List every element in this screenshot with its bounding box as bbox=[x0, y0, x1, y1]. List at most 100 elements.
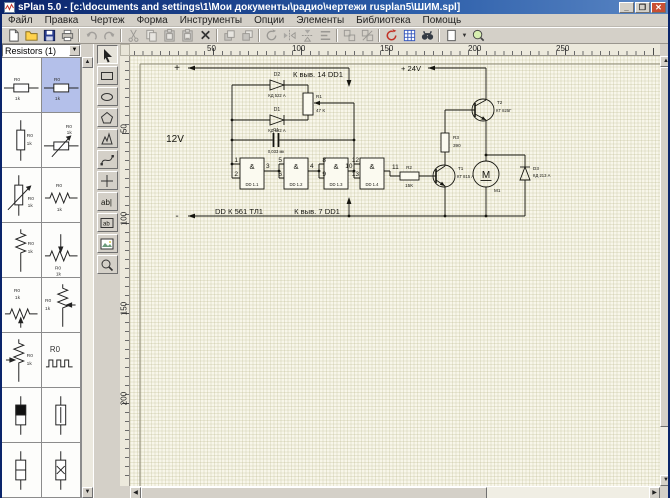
to-pin7-label: К выв. 7 DD1 bbox=[294, 207, 340, 216]
align-icon[interactable] bbox=[316, 28, 334, 43]
print-icon[interactable] bbox=[58, 28, 76, 43]
new-icon[interactable] bbox=[4, 28, 22, 43]
grid-icon[interactable] bbox=[400, 28, 418, 43]
zoom-icon[interactable] bbox=[469, 28, 487, 43]
menu-help[interactable]: Помощь bbox=[417, 15, 468, 26]
menu-library[interactable]: Библиотека bbox=[350, 15, 416, 26]
scroll-up-icon[interactable]: ▲ bbox=[660, 56, 668, 67]
component-c1[interactable] bbox=[272, 133, 280, 147]
component-r3[interactable] bbox=[440, 132, 450, 153]
library-item-resistor-tap-up[interactable]: R0 1k bbox=[2, 278, 42, 333]
bring-to-front-icon[interactable] bbox=[220, 28, 238, 43]
plus-terminal: + bbox=[174, 63, 180, 74]
send-to-back-icon[interactable] bbox=[238, 28, 256, 43]
copy-icon[interactable] bbox=[142, 28, 160, 43]
component-t1[interactable] bbox=[432, 164, 456, 188]
menu-edit[interactable]: Правка bbox=[39, 15, 85, 26]
ic-type-label: DD К 561 ТЛ1 bbox=[215, 207, 263, 216]
library-item-resistor-box-vline[interactable] bbox=[41, 388, 81, 443]
sheet-format-icon[interactable] bbox=[442, 28, 460, 43]
delete-icon[interactable] bbox=[196, 28, 214, 43]
paste-icon[interactable] bbox=[160, 28, 178, 43]
library-scrollbar[interactable]: ▲ ▼ bbox=[81, 57, 93, 498]
pointer-tool[interactable] bbox=[96, 45, 118, 64]
menu-elements[interactable]: Элементы bbox=[290, 15, 350, 26]
save-icon[interactable] bbox=[40, 28, 58, 43]
special-shape-tool[interactable] bbox=[96, 129, 118, 148]
svg-text:ab: ab bbox=[103, 221, 110, 227]
horizontal-scroll-thumb[interactable] bbox=[141, 487, 487, 498]
text-box-tool[interactable]: ab bbox=[96, 213, 118, 232]
component-d2[interactable] bbox=[269, 79, 286, 91]
cut-icon[interactable] bbox=[124, 28, 142, 43]
menu-drawing[interactable]: Чертеж bbox=[84, 15, 130, 26]
to-pin14-label: К выв. 14 DD1 bbox=[293, 70, 343, 79]
open-icon[interactable] bbox=[22, 28, 40, 43]
library-item-resistor-v[interactable]: R0 1k bbox=[2, 113, 42, 168]
undo-icon[interactable] bbox=[82, 28, 100, 43]
polygon-tool[interactable] bbox=[96, 108, 118, 127]
drawing-canvas[interactable]: + - 12V + 24V К выв. 14 DD1 К выв. 7 DD1… bbox=[130, 56, 660, 486]
restore-button[interactable]: ❐ bbox=[635, 1, 650, 13]
svg-text:1k: 1k bbox=[56, 207, 62, 213]
rotate-icon[interactable] bbox=[262, 28, 280, 43]
library-item-resistor-variable-v[interactable]: R0 1k bbox=[2, 168, 42, 223]
scroll-up-icon[interactable]: ▲ bbox=[82, 57, 93, 68]
menu-form[interactable]: Форма bbox=[131, 15, 174, 26]
close-button[interactable]: ✕ bbox=[651, 1, 666, 13]
svg-text:R0: R0 bbox=[27, 133, 34, 139]
library-item-resistor-zigzag-v[interactable]: R0 1k bbox=[2, 223, 42, 278]
paste-special-icon[interactable] bbox=[178, 28, 196, 43]
find-icon[interactable] bbox=[418, 28, 436, 43]
component-r2[interactable] bbox=[399, 171, 420, 181]
menu-options[interactable]: Опции bbox=[248, 15, 290, 26]
text-tool[interactable]: ab| bbox=[96, 192, 118, 211]
rectangle-tool[interactable] bbox=[96, 66, 118, 85]
scroll-down-icon[interactable]: ▼ bbox=[82, 487, 93, 498]
ungroup-icon[interactable] bbox=[358, 28, 376, 43]
svg-text:R0: R0 bbox=[28, 241, 35, 247]
library-selector[interactable]: Resistors (1) ▼ bbox=[2, 44, 81, 57]
dimension-tool[interactable] bbox=[96, 171, 118, 190]
gate1-pin-out: 3 bbox=[266, 163, 270, 170]
ellipse-tool[interactable] bbox=[96, 87, 118, 106]
horizontal-scrollbar[interactable]: ◀ ▶ bbox=[130, 486, 660, 498]
redo-icon[interactable] bbox=[100, 28, 118, 43]
library-item-resistor-h[interactable]: R0 1k bbox=[2, 58, 42, 113]
component-t2[interactable] bbox=[471, 98, 495, 122]
sheet-format-dropdown-icon[interactable]: ▼ bbox=[460, 33, 469, 39]
image-tool[interactable] bbox=[96, 234, 118, 253]
scroll-left-icon[interactable]: ◀ bbox=[130, 487, 141, 498]
library-item-resistor-tap-down[interactable]: R0 1k bbox=[41, 223, 81, 278]
scrollbar-corner-left bbox=[120, 486, 130, 498]
library-item-resistor-box-half[interactable] bbox=[2, 388, 42, 443]
menu-tools[interactable]: Инструменты bbox=[174, 15, 248, 26]
menu-file[interactable]: Файл bbox=[2, 15, 39, 26]
library-item-resistor-box-hline[interactable] bbox=[2, 443, 42, 498]
scroll-down-icon[interactable]: ▼ bbox=[660, 475, 668, 486]
zoom-tool[interactable] bbox=[96, 255, 118, 274]
group-icon[interactable] bbox=[340, 28, 358, 43]
vertical-scroll-thumb[interactable] bbox=[660, 67, 668, 427]
library-item-potentiometer-v[interactable]: R0 1k bbox=[41, 278, 81, 333]
library-item-resistor-pulse[interactable]: R0 bbox=[41, 333, 81, 388]
library-item-resistor-zigzag-h[interactable]: R0 1k bbox=[41, 168, 81, 223]
curve-tool[interactable] bbox=[96, 150, 118, 169]
minimize-button[interactable]: _ bbox=[619, 1, 634, 13]
component-d1[interactable] bbox=[269, 114, 286, 126]
svg-text:1k: 1k bbox=[27, 361, 33, 367]
component-d3[interactable] bbox=[519, 165, 531, 181]
library-item-potentiometer-v-left[interactable]: R0 1k bbox=[2, 333, 42, 388]
library-item-resistor-variable-h[interactable]: R0 1k bbox=[41, 113, 81, 168]
chevron-down-icon[interactable]: ▼ bbox=[69, 45, 80, 56]
wires[interactable] bbox=[188, 67, 526, 217]
mirror-horizontal-icon[interactable] bbox=[280, 28, 298, 43]
refresh-icon[interactable] bbox=[382, 28, 400, 43]
svg-text:1k: 1k bbox=[28, 203, 34, 209]
mirror-vertical-icon[interactable] bbox=[298, 28, 316, 43]
library-item-resistor-box-x[interactable] bbox=[41, 443, 81, 498]
vertical-scrollbar[interactable]: ▲ ▼ bbox=[660, 56, 668, 486]
gate2-pin-out: 4 bbox=[310, 163, 314, 170]
scroll-right-icon[interactable]: ▶ bbox=[649, 487, 660, 498]
library-item-resistor-h-selected[interactable]: R0 1k bbox=[41, 58, 81, 113]
